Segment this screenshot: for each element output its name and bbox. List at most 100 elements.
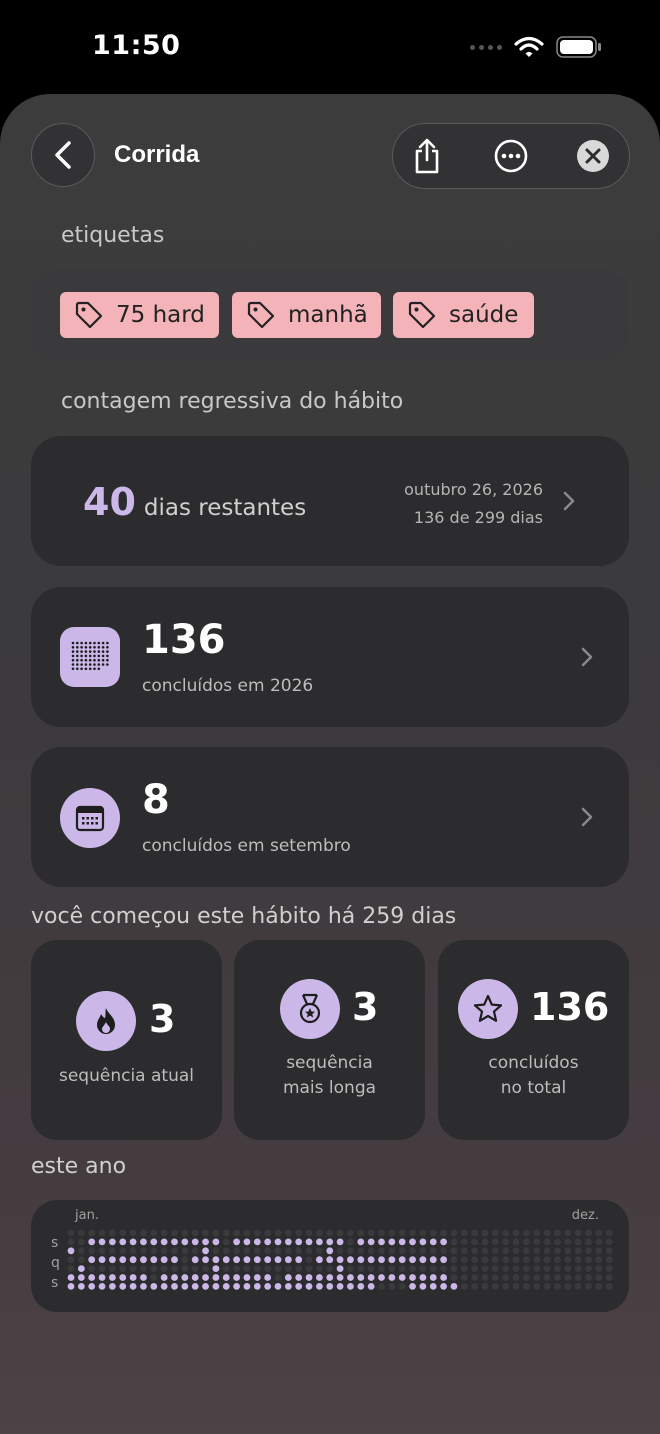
heatmap-day-cell: [585, 1256, 592, 1264]
heatmap-day-cell: [222, 1274, 230, 1281]
heatmap-day-cell: [77, 1229, 85, 1237]
heatmap-day-cell: [212, 1274, 220, 1281]
heatmap-day-cell: [595, 1247, 603, 1255]
year-completions-card[interactable]: 136 concluídos em 2026: [31, 587, 629, 727]
stat-current-streak[interactable]: 3 sequência atual: [31, 940, 222, 1140]
tag-manha[interactable]: manhã: [232, 292, 381, 338]
heatmap-day-cell: [129, 1283, 137, 1290]
calendar-icon: [60, 788, 120, 848]
heatmap-day-cell: [202, 1247, 209, 1255]
heatmap-day-cell: [326, 1229, 334, 1237]
heatmap-day-cell: [67, 1274, 75, 1281]
heatmap-day-cell: [119, 1229, 127, 1237]
heatmap-day-cell: [429, 1229, 437, 1237]
heatmap-day-cell: [305, 1265, 313, 1272]
heatmap-day-cell: [388, 1247, 396, 1255]
heatmap-day-cell: [243, 1247, 251, 1255]
share-button[interactable]: [397, 124, 457, 188]
tag-saude[interactable]: saúde: [393, 292, 534, 338]
heatmap-day-cell: [253, 1283, 261, 1290]
heatmap-day-cell: [481, 1265, 489, 1272]
close-button[interactable]: [563, 124, 623, 188]
heatmap-day-cell: [512, 1256, 520, 1264]
heatmap-day-cell: [543, 1229, 551, 1237]
heatmap-day-cell: [264, 1229, 272, 1237]
heatmap-day-cell: [367, 1283, 375, 1290]
stat-longest-streak[interactable]: 3 sequência mais longa: [234, 940, 425, 1140]
heatmap-day-cell: [502, 1265, 510, 1272]
heatmap-day-cell: [491, 1247, 499, 1255]
heatmap-day-cell: [326, 1274, 334, 1281]
share-icon: [415, 138, 439, 174]
month-completions-card[interactable]: 8 concluídos em setembro: [31, 747, 629, 887]
heatmap-day-cell: [367, 1265, 375, 1272]
heatmap-day-cell: [150, 1247, 158, 1255]
tag-75-hard[interactable]: 75 hard: [60, 292, 219, 338]
heatmap-day-cell: [316, 1247, 323, 1255]
target-date: outubro 26, 2026: [404, 480, 543, 499]
status-bar: 11:50: [0, 0, 660, 94]
heatmap-day-cell: [98, 1274, 106, 1281]
heatmap-day-cell: [585, 1265, 592, 1272]
heatmap-day-cell: [543, 1247, 551, 1255]
days-progress: 136 de 299 dias: [413, 508, 543, 527]
heatmap-day-cell: [554, 1256, 561, 1264]
heatmap-day-cell: [543, 1283, 551, 1290]
heatmap-day-cell: [398, 1256, 406, 1264]
heatmap-day-cell: [357, 1247, 365, 1255]
heatmap-day-cell: [523, 1274, 530, 1281]
year-completions-label: concluídos em 2026: [142, 676, 314, 696]
heatmap-day-cell: [512, 1247, 520, 1255]
heatmap-day-cell: [564, 1229, 572, 1237]
heatmap-day-cell: [284, 1283, 292, 1290]
back-button[interactable]: [31, 123, 95, 187]
heatmap-day-cell: [191, 1247, 199, 1255]
heatmap-day-cell: [129, 1265, 137, 1272]
countdown-card[interactable]: 40 dias restantes outubro 26, 2026 136 d…: [31, 436, 629, 566]
heatmap-day-cell: [574, 1265, 582, 1272]
heatmap-day-cell: [574, 1256, 582, 1264]
heatmap-day-cell: [202, 1256, 209, 1264]
heatmap-day-cell: [378, 1238, 385, 1246]
heatmap-day-cell: [212, 1256, 220, 1264]
more-button[interactable]: [481, 124, 541, 188]
heatmap-day-cell: [160, 1274, 168, 1281]
heatmap-day-cell: [595, 1229, 603, 1237]
heatmap-day-cell: [419, 1265, 427, 1272]
heatmap-day-cell: [171, 1274, 178, 1281]
chevron-right-icon: [581, 647, 593, 667]
heatmap-day-cell: [171, 1265, 178, 1272]
status-time: 11:50: [92, 30, 181, 61]
heatmap-day-cell: [460, 1283, 468, 1290]
heatmap-day-cell: [202, 1229, 209, 1237]
heatmap-day-cell: [98, 1229, 106, 1237]
heatmap-day-cell: [605, 1238, 613, 1246]
heatmap-day-cell: [450, 1256, 458, 1264]
heatmap-day-cell: [574, 1283, 582, 1290]
heatmap-day-cell: [181, 1274, 189, 1281]
heatmap-day-cell: [150, 1256, 158, 1264]
heatmap-day-cell: [88, 1256, 96, 1264]
tag-icon: [75, 301, 103, 329]
heatmap-day-cell: [222, 1283, 230, 1290]
heatmap-day-cell: [191, 1229, 199, 1237]
heatmap-day-cell: [274, 1283, 282, 1290]
heatmap-day-cell: [88, 1247, 96, 1255]
heatmap-day-cell: [119, 1238, 127, 1246]
heatmap-day-cell: [305, 1283, 313, 1290]
heatmap-day-cell: [109, 1256, 116, 1264]
stat-total[interactable]: 136 concluídos no total: [438, 940, 629, 1140]
heatmap-day-cell: [450, 1265, 458, 1272]
heatmap-day-cell: [481, 1274, 489, 1281]
stat-label-line: concluídos: [488, 1053, 579, 1073]
heatmap-day-cell: [471, 1256, 479, 1264]
heatmap-day-cell: [585, 1247, 592, 1255]
heatmap-day-cell: [460, 1238, 468, 1246]
heatmap-day-cell: [98, 1256, 106, 1264]
heatmap-day-cell: [150, 1265, 158, 1272]
heatmap-day-cell: [129, 1247, 137, 1255]
heatmap-day-cell: [264, 1265, 272, 1272]
heatmap-day-cell: [284, 1265, 292, 1272]
heatmap-day-cell: [67, 1256, 75, 1264]
chevron-right-icon: [563, 491, 575, 511]
